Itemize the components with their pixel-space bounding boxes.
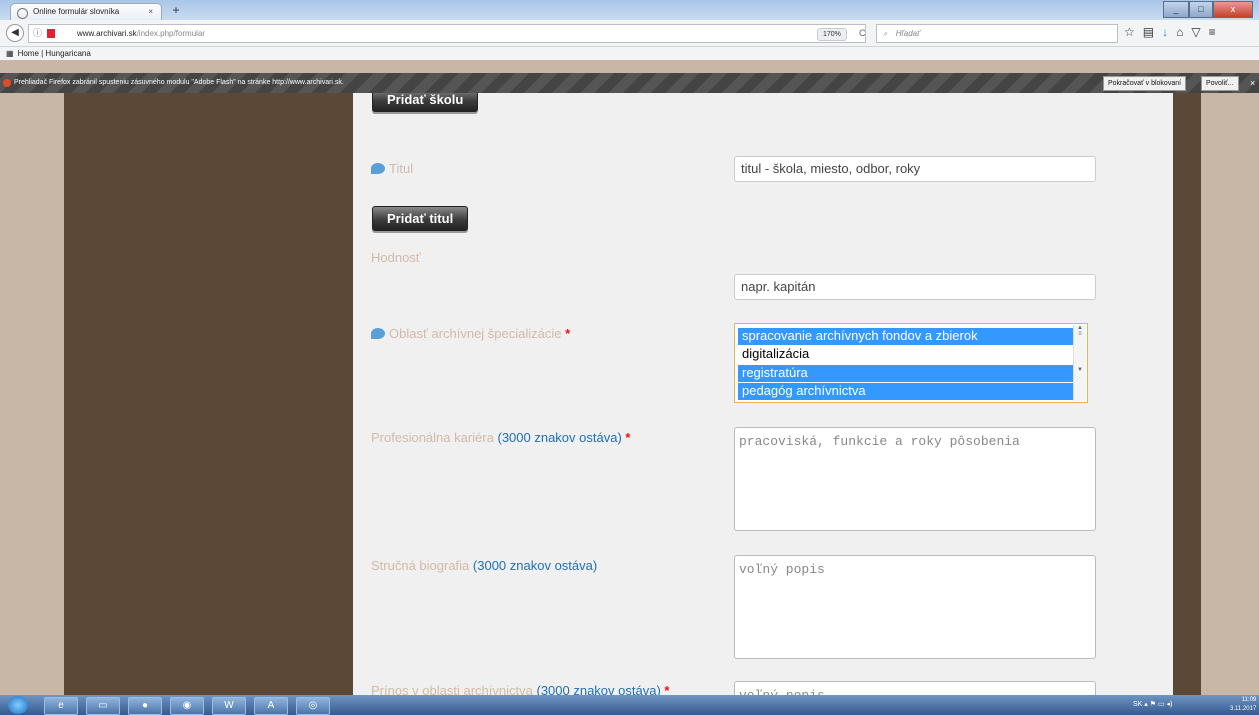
title-input[interactable]: titul - škola, miesto, odbor, roky: [734, 156, 1096, 182]
url-text: www.archivari.sk/index.php/formular: [77, 25, 205, 42]
rank-label: Hodnosť: [371, 250, 421, 265]
url-path: /index.php/formular: [136, 29, 206, 38]
system-tray: SK ▴ ⚑ ▭ ◂): [1133, 695, 1172, 715]
address-bar[interactable]: ⓘ www.archivari.sk/index.php/formular 17…: [28, 24, 866, 43]
career-char-counter: (3000 znakov ostáva): [497, 430, 622, 445]
search-input[interactable]: ⌕ Hľadať: [876, 24, 1118, 43]
search-placeholder: Hľadať: [895, 29, 920, 38]
flash-blocked-icon[interactable]: [47, 29, 55, 38]
help-info-icon[interactable]: [371, 163, 385, 174]
chrome-taskbar-icon[interactable]: ◉: [170, 697, 204, 715]
allow-button[interactable]: Povoliť...: [1201, 76, 1239, 91]
maximize-button[interactable]: □: [1189, 1, 1213, 18]
start-button[interactable]: [8, 696, 28, 714]
career-label-text: Profesionálna kariéra: [371, 430, 494, 445]
left-side-column: [64, 93, 353, 695]
ie-taskbar-icon[interactable]: e: [44, 697, 78, 715]
clock[interactable]: 11:09 3.11.2017: [1230, 696, 1256, 714]
firefox-taskbar-icon[interactable]: ●: [128, 697, 162, 715]
site-favicon-icon: [17, 8, 28, 19]
info-icon[interactable]: ⓘ: [33, 25, 42, 42]
browser-tab[interactable]: Online formulár slovníka ×: [10, 3, 162, 21]
app-taskbar-icon[interactable]: ◎: [296, 697, 330, 715]
contribution-label: Prínos v oblasti archívnictva (3000 znak…: [371, 683, 669, 695]
bookmark-star-icon[interactable]: ☆: [1124, 24, 1135, 41]
browser-tab-strip: Online formulár slovníka × + _ □ x: [0, 0, 1259, 21]
add-school-button[interactable]: Pridať školu: [372, 93, 479, 112]
add-title-button[interactable]: Pridať titul: [372, 206, 469, 231]
contribution-char-counter: (3000 znakov ostáva): [536, 683, 661, 695]
required-asterisk: *: [664, 683, 670, 695]
rank-input[interactable]: napr. kapitán: [734, 274, 1096, 300]
download-icon[interactable]: ↓: [1162, 24, 1168, 41]
new-tab-button[interactable]: +: [165, 3, 187, 18]
windows-taskbar: e ▭ ● ◉ W A ◎ SK ▴ ⚑ ▭ ◂) 11:09 3.11.201…: [0, 695, 1259, 715]
specialization-label: Oblasť archívnej špecializácie *: [371, 326, 570, 341]
help-info-icon[interactable]: [371, 328, 385, 339]
right-side-column: [1173, 93, 1201, 695]
clock-time: 11:09: [1241, 697, 1257, 703]
close-window-button[interactable]: x: [1213, 1, 1253, 18]
window-controls: _ □ x: [1163, 1, 1253, 18]
language-indicator[interactable]: SK: [1133, 701, 1142, 708]
career-label: Profesionálna kariéra (3000 znakov ostáv…: [371, 430, 630, 445]
specialization-label-text: Oblasť archívnej špecializácie: [389, 326, 562, 341]
clock-date: 3.11.2017: [1230, 706, 1257, 712]
bio-char-counter: (3000 znakov ostáva): [472, 558, 598, 573]
flash-notification-bar: Prehliadač Firefox zabránil spusteniu zá…: [0, 73, 1259, 93]
minimize-button[interactable]: _: [1163, 1, 1189, 18]
network-icon[interactable]: ▭: [1158, 701, 1165, 708]
bio-label: Stručná biografia (3000 znakov ostáva): [371, 558, 597, 573]
tab-close-icon[interactable]: ×: [148, 4, 153, 20]
menu-icon[interactable]: ≡: [1209, 24, 1216, 41]
contribution-label-text: Prínos v oblasti archívnictva: [371, 683, 533, 695]
contribution-textarea[interactable]: voľný popis: [734, 681, 1096, 695]
required-asterisk: *: [625, 430, 631, 445]
required-asterisk: *: [565, 326, 571, 341]
reload-icon[interactable]: C: [859, 25, 866, 42]
bookmarks-toolbar: ▦ Home | Hungaricana: [0, 47, 1259, 60]
acrobat-taskbar-icon[interactable]: A: [254, 697, 288, 715]
notification-message: Prehliadač Firefox zabránil spusteniu zá…: [14, 79, 344, 86]
explorer-taskbar-icon[interactable]: ▭: [86, 697, 120, 715]
specialization-option[interactable]: pedagóg archívnictva: [738, 383, 1073, 400]
bookmark-favicon-icon: ▦: [6, 49, 14, 58]
search-icon: ⌕: [883, 29, 888, 38]
notification-close-icon[interactable]: ×: [1250, 73, 1255, 93]
continue-blocking-button[interactable]: Pokračovať v blokovaní: [1103, 76, 1187, 91]
career-textarea[interactable]: pracoviská, funkcie a roky pôsobenia: [734, 427, 1096, 531]
back-arrow-icon[interactable]: ◀: [6, 24, 24, 42]
title-label-text: Titul: [389, 161, 414, 176]
toolbar-icons: ☆ ▤ ↓ ⌂ ▽ ≡: [1124, 24, 1216, 41]
listbox-scrollbar[interactable]: ▲ ≡ ▼: [1073, 325, 1086, 401]
volume-icon[interactable]: ◂): [1167, 701, 1173, 708]
action-center-flag-icon[interactable]: ⚑: [1150, 701, 1156, 708]
bio-label-text: Stručná biografia: [371, 558, 470, 573]
reading-list-icon[interactable]: ▤: [1143, 24, 1154, 41]
tray-arrow-icon[interactable]: ▴: [1144, 701, 1148, 708]
title-label: Titul: [371, 161, 413, 176]
specialization-multiselect[interactable]: spracovanie archívnych fondov a zbierok …: [734, 323, 1088, 403]
specialization-option[interactable]: registratúra: [738, 365, 1073, 382]
web-page: Pridať školu Titul titul - škola, miesto…: [0, 93, 1259, 695]
bookmark-home-hungaricana[interactable]: Home | Hungaricana: [18, 49, 91, 58]
pocket-icon[interactable]: ▽: [1191, 24, 1200, 41]
url-host: www.archivari.sk: [77, 29, 137, 38]
specialization-option[interactable]: digitalizácia: [738, 346, 1073, 363]
zoom-level-badge[interactable]: 170%: [817, 28, 847, 41]
plugin-blocked-icon: [3, 79, 11, 87]
tab-title: Online formulár slovníka: [33, 7, 120, 16]
navigation-toolbar: ◀ ⓘ www.archivari.sk/index.php/formular …: [0, 20, 1259, 47]
word-taskbar-icon[interactable]: W: [212, 697, 246, 715]
specialization-option[interactable]: spracovanie archívnych fondov a zbierok: [738, 328, 1073, 345]
home-icon[interactable]: ⌂: [1176, 24, 1183, 41]
bio-textarea[interactable]: voľný popis: [734, 555, 1096, 659]
